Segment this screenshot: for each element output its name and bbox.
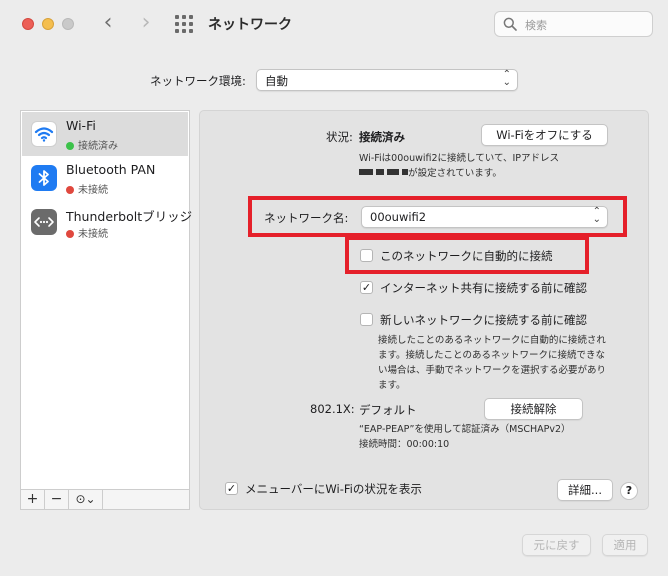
service-item-bluetooth-pan[interactable]: Bluetooth PAN 未接続 (22, 156, 188, 200)
service-status: 未接続 (66, 181, 108, 196)
ask-hotspot-checkbox[interactable]: ✓ (360, 281, 373, 294)
service-name: Bluetooth PAN (66, 162, 156, 177)
service-name: Wi-Fi (66, 118, 96, 133)
wifi-icon (31, 121, 57, 147)
location-value: 自動 (265, 74, 288, 88)
search-icon (503, 17, 517, 31)
service-item-wifi[interactable]: Wi-Fi 接続済み (22, 112, 188, 156)
chevron-updown-icon: ⌃ ⌄ (502, 69, 511, 88)
ask-hotspot-label: インターネット共有に接続する前に確認 (380, 281, 587, 295)
search-field[interactable]: 検索 (494, 11, 653, 37)
show-all-grid-icon[interactable] (175, 15, 193, 33)
ask-new-network-label: 新しいネットワークに接続する前に確認 (380, 313, 587, 327)
apply-button[interactable]: 適用 (602, 534, 648, 556)
location-popup[interactable]: 自動 ⌃ ⌄ (256, 69, 518, 91)
service-status: 接続済み (66, 137, 118, 152)
service-list-toolbar: + − ⊙⌄ (20, 490, 190, 510)
network-name-label: ネットワーク名: (264, 211, 349, 225)
remove-service-button[interactable]: − (45, 490, 69, 509)
minimize-window-button[interactable] (42, 18, 54, 30)
help-button[interactable]: ? (620, 482, 638, 500)
show-in-menubar-checkbox[interactable]: ✓ (225, 482, 238, 495)
wifi-off-button[interactable]: Wi-Fiをオフにする (481, 124, 608, 146)
auth-info: “EAP-PEAP”を使用して認証済み（MSCHAPv2） 接続時間：00:00… (359, 424, 571, 450)
ask-new-network-checkbox[interactable] (360, 313, 373, 326)
dot1x-value: デフォルト (359, 403, 417, 417)
auto-join-checkbox[interactable] (360, 249, 373, 262)
service-name: Thunderboltブリッジ (66, 209, 193, 224)
revert-button[interactable]: 元に戻す (522, 534, 591, 556)
close-window-button[interactable] (22, 18, 34, 30)
window-title: ネットワーク (208, 17, 292, 33)
service-list: Wi-Fi 接続済み Bluetooth PAN 未接続 Thunderbolt… (20, 110, 192, 490)
ask-new-network-description: 接続したことのあるネットワークに自動的に接続され ます。接続したことのあるネット… (378, 335, 607, 391)
disconnect-button[interactable]: 接続解除 (484, 398, 583, 420)
add-service-button[interactable]: + (21, 490, 45, 509)
auto-join-label: このネットワークに自動的に接続 (380, 249, 553, 263)
forward-icon[interactable]: › (134, 12, 158, 36)
network-name-popup[interactable]: 00ouwifi2 ⌃ ⌄ (361, 206, 608, 228)
service-status: 未接続 (66, 225, 108, 240)
thunderbolt-bridge-icon (31, 209, 57, 235)
status-description: Wi-Fiは00ouwifi2に接続していて、IPアドレス が設定されています。 (359, 153, 560, 179)
status-dot (66, 230, 74, 238)
service-item-thunderbolt-bridge[interactable]: Thunderboltブリッジ 未接続 (22, 200, 192, 244)
status-dot (66, 142, 74, 150)
status-value: 接続済み (359, 130, 405, 144)
redacted-ip (359, 169, 373, 175)
chevron-updown-icon: ⌃ ⌄ (592, 206, 601, 225)
bluetooth-icon (31, 165, 57, 191)
search-placeholder: 検索 (525, 19, 547, 32)
zoom-window-button[interactable] (62, 18, 74, 30)
action-menu-button[interactable]: ⊙⌄ (69, 490, 103, 509)
status-label: 状況: (326, 130, 353, 144)
network-name-value: 00ouwifi2 (370, 210, 427, 224)
back-icon[interactable]: ‹ (96, 12, 120, 36)
status-dot (66, 186, 74, 194)
advanced-button[interactable]: 詳細... (557, 479, 613, 501)
location-label: ネットワーク環境: (150, 74, 246, 88)
show-in-menubar-label: メニューバーにWi-Fiの状況を表示 (245, 482, 422, 496)
dot1x-label: 802.1X: (310, 402, 355, 416)
